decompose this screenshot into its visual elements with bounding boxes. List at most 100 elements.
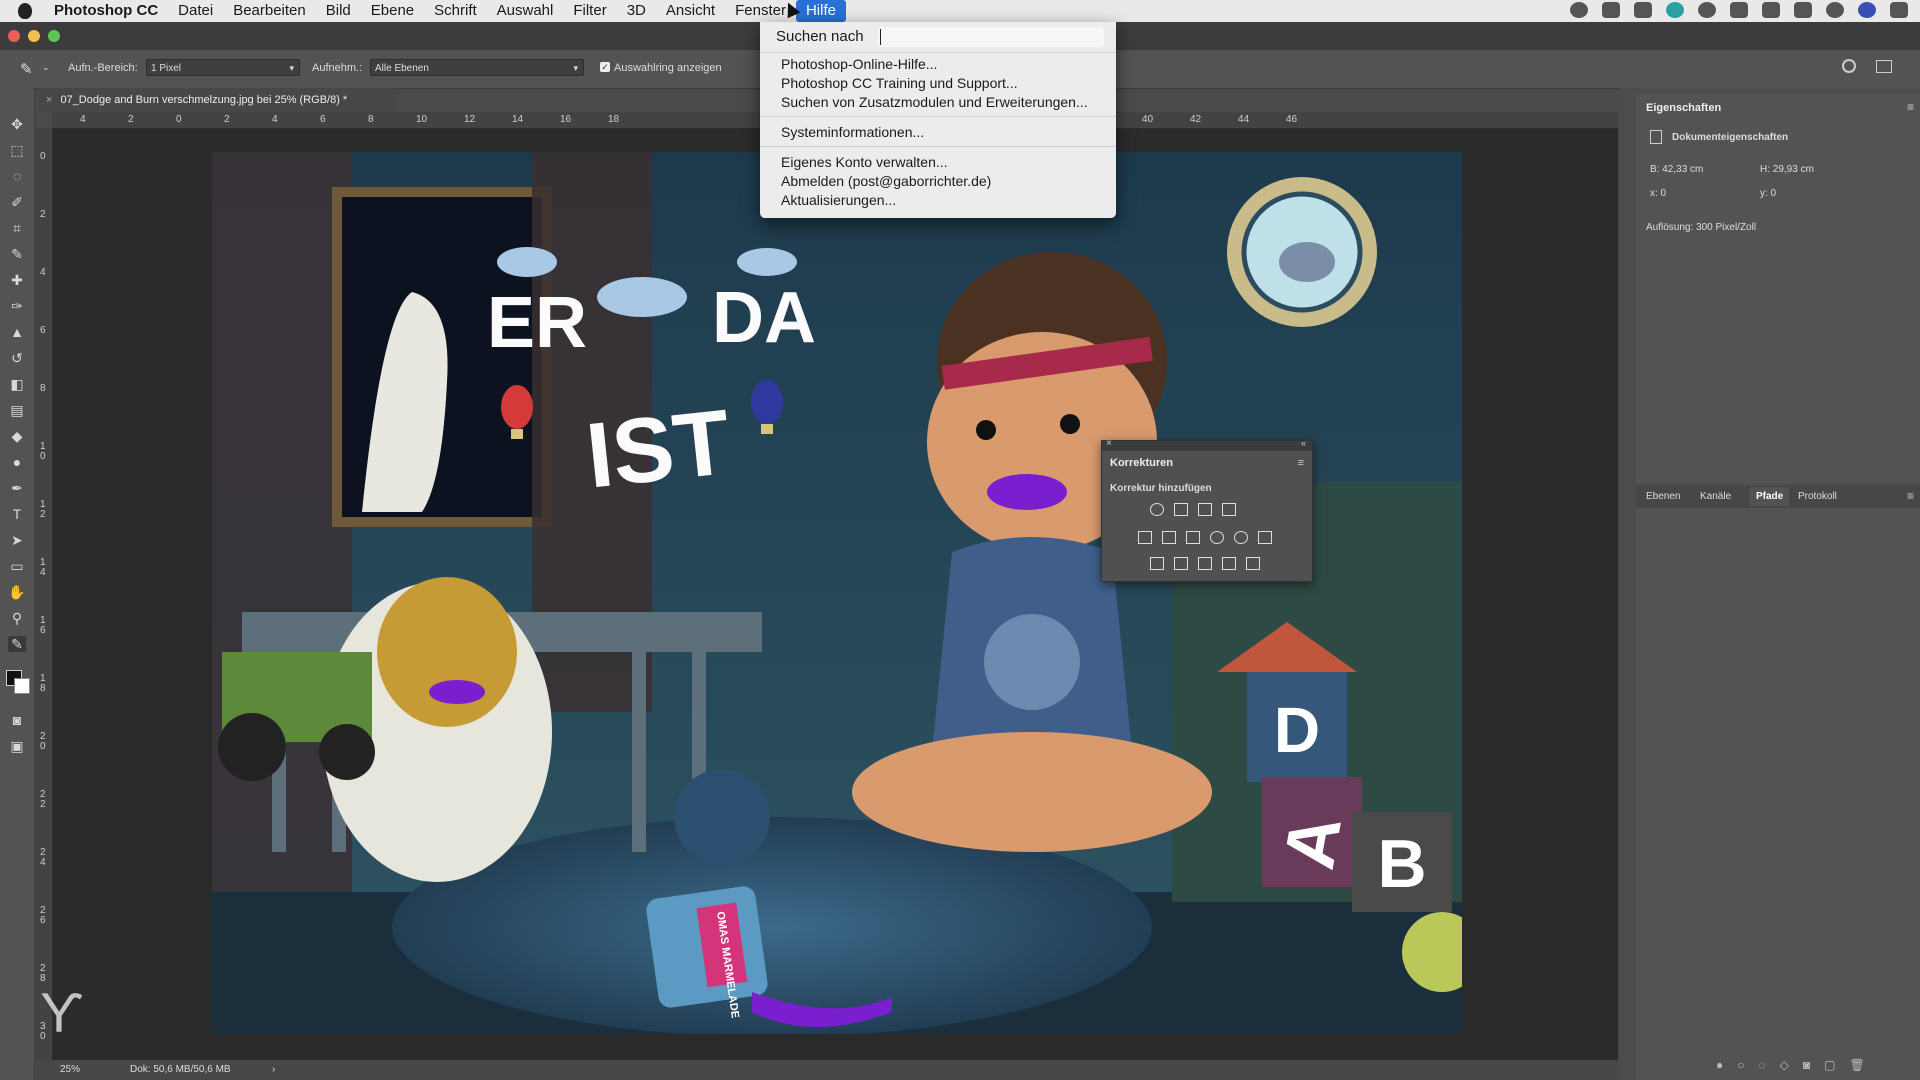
load-selection-icon[interactable]: ◌ (1759, 1058, 1766, 1072)
menu-ebene[interactable]: Ebene (361, 0, 424, 22)
hue-saturation-icon[interactable] (1138, 531, 1152, 544)
document-tab[interactable]: × 07_Dodge and Burn verschmelzung.jpg bei… (38, 88, 398, 112)
posterize-icon[interactable] (1174, 557, 1188, 570)
zoom-level[interactable]: 25% (60, 1060, 80, 1080)
hand-tool-icon[interactable]: ✋ (8, 584, 26, 600)
bluetooth-icon[interactable] (1730, 2, 1748, 18)
collapse-icon[interactable]: « (1301, 438, 1306, 448)
time-machine-icon[interactable] (1698, 2, 1716, 18)
tab-pfade[interactable]: Pfade (1750, 487, 1790, 506)
menu-item-training-support[interactable]: Photoshop CC Training und Support... (781, 75, 1018, 91)
gradient-map-icon[interactable] (1246, 557, 1260, 570)
path-selection-tool-icon[interactable]: ➤ (8, 532, 26, 548)
make-work-path-icon[interactable]: ◇ (1780, 1058, 1789, 1072)
menu-datei[interactable]: Datei (168, 0, 223, 22)
gradient-tool-icon[interactable]: ▤ (8, 402, 26, 418)
channel-mixer-icon[interactable] (1234, 531, 1248, 544)
add-mask-icon[interactable]: ◙ (1803, 1058, 1810, 1072)
type-tool-icon[interactable]: T (8, 506, 26, 522)
panel-menu-icon[interactable]: ≡ (1298, 457, 1304, 469)
quick-selection-tool-icon[interactable]: ✐ (8, 194, 26, 210)
window-zoom-button[interactable] (48, 30, 60, 42)
menu-app-photoshop[interactable]: Photoshop CC (44, 0, 168, 22)
stroke-path-icon[interactable]: ○ (1737, 1058, 1744, 1072)
color-balance-icon[interactable] (1162, 531, 1176, 544)
tab-protokoll[interactable]: Protokoll (1798, 491, 1837, 502)
show-ring-checkbox[interactable]: ✓ (600, 62, 610, 72)
menu-auswahl[interactable]: Auswahl (487, 0, 564, 22)
levels-icon[interactable] (1174, 503, 1188, 516)
record-icon[interactable] (1570, 2, 1588, 18)
sample-layers-select[interactable]: Alle Ebenen ▾ (370, 59, 584, 76)
menu-ansicht[interactable]: Ansicht (656, 0, 725, 22)
workspace-icon[interactable] (1876, 60, 1892, 73)
tab-ebenen[interactable]: Ebenen (1646, 491, 1680, 502)
pen-tool-icon[interactable]: ✒ (8, 480, 26, 496)
threshold-icon[interactable] (1198, 557, 1212, 570)
trash-icon[interactable]: 🗑 (1849, 1058, 1864, 1072)
brightness-contrast-icon[interactable] (1150, 503, 1164, 516)
menu-item-system-info[interactable]: Systeminformationen... (781, 124, 924, 140)
adjustments-panel-drag-handle[interactable]: × « (1102, 438, 1312, 451)
menu-3d[interactable]: 3D (617, 0, 656, 22)
menu-item-online-help[interactable]: Photoshop-Online-Hilfe... (781, 56, 937, 72)
active-eyedropper-tool-icon[interactable]: ✎ (8, 636, 26, 652)
document-canvas[interactable]: ER IST DA OMAS MARMELADE D A B (212, 152, 1462, 1034)
close-icon[interactable]: × (1106, 438, 1112, 449)
background-color-swatch[interactable] (14, 678, 30, 694)
search-icon[interactable] (1842, 59, 1856, 73)
eyedropper-tool-icon[interactable]: ✎ (8, 246, 26, 262)
photo-filter-icon[interactable] (1210, 531, 1224, 544)
close-tab-icon[interactable]: × (46, 94, 52, 106)
marquee-tool-icon[interactable]: ⬚ (8, 142, 26, 158)
menu-bearbeiten[interactable]: Bearbeiten (223, 0, 316, 22)
cloud-icon[interactable] (1602, 2, 1620, 18)
black-white-icon[interactable] (1186, 531, 1200, 544)
battery-icon[interactable] (1634, 2, 1652, 18)
lasso-tool-icon[interactable]: ◌ (8, 168, 26, 184)
dodge-tool-icon[interactable]: ● (8, 454, 26, 470)
menu-item-find-extensions[interactable]: Suchen von Zusatzmodulen und Erweiterung… (781, 94, 1088, 110)
menu-item-updates[interactable]: Aktualisierungen... (781, 192, 896, 208)
menu-item-manage-account[interactable]: Eigenes Konto verwalten... (781, 154, 948, 170)
clone-stamp-tool-icon[interactable]: ▲ (8, 324, 26, 340)
quick-mask-icon[interactable]: ◙ (8, 712, 26, 728)
healing-brush-tool-icon[interactable]: ✚ (8, 272, 26, 288)
brush-tool-icon[interactable]: ✑ (8, 298, 26, 314)
menu-filter[interactable]: Filter (563, 0, 616, 22)
fill-path-icon[interactable]: ● (1716, 1058, 1723, 1072)
tab-kanaele[interactable]: Kanäle (1700, 491, 1731, 502)
selective-color-icon[interactable] (1222, 557, 1236, 570)
menu-hilfe[interactable]: Hilfe (795, 0, 846, 22)
spotlight-icon[interactable] (1826, 2, 1844, 18)
notification-center-icon[interactable] (1890, 2, 1908, 18)
menu-item-sign-out[interactable]: Abmelden (post@gaborrichter.de) (781, 173, 991, 189)
panel-menu-icon[interactable]: ≡ (1907, 100, 1914, 114)
eraser-tool-icon[interactable]: ◧ (8, 376, 26, 392)
history-brush-tool-icon[interactable]: ↺ (8, 350, 26, 366)
invert-icon[interactable] (1150, 557, 1164, 570)
tool-preset-chevron-icon[interactable]: ⌄ (42, 62, 50, 73)
curves-icon[interactable] (1198, 503, 1212, 516)
siri-icon[interactable] (1858, 2, 1876, 18)
exposure-icon[interactable] (1222, 503, 1236, 516)
zoom-tool-icon[interactable]: ⚲ (8, 610, 26, 626)
screen-mode-icon[interactable]: ▣ (8, 738, 26, 754)
status-menu-chevron-icon[interactable]: › (272, 1060, 275, 1080)
new-path-icon[interactable]: ▢ (1824, 1058, 1835, 1072)
move-tool-icon[interactable]: ✥ (8, 116, 26, 132)
sample-size-select[interactable]: 1 Pixel ▾ (146, 59, 300, 76)
airplay-icon[interactable] (1794, 2, 1812, 18)
rectangle-tool-icon[interactable]: ▭ (8, 558, 26, 574)
sync-icon[interactable] (1666, 2, 1684, 18)
blur-tool-icon[interactable]: ◆ (8, 428, 26, 444)
menu-schrift[interactable]: Schrift (424, 0, 487, 22)
color-lookup-icon[interactable] (1258, 531, 1272, 544)
menu-bild[interactable]: Bild (316, 0, 361, 22)
eyedropper-icon[interactable]: ✎ (20, 60, 38, 78)
window-minimize-button[interactable] (28, 30, 40, 42)
apple-icon[interactable] (18, 3, 32, 19)
crop-tool-icon[interactable]: ⌗ (8, 220, 26, 236)
panel-menu-icon[interactable]: ≡ (1907, 489, 1914, 503)
window-close-button[interactable] (8, 30, 20, 42)
